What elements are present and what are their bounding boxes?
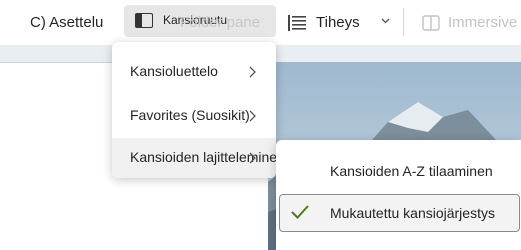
- menu-item-folder-list[interactable]: Kansioluettelo: [112, 52, 276, 92]
- menu-item-favorites[interactable]: Favorites (Suosikit): [112, 96, 276, 136]
- chevron-right-icon: [249, 66, 256, 78]
- menu-item-label: Favorites (Suosikit): [130, 107, 250, 123]
- layout-button[interactable]: C) Asettelu: [30, 0, 103, 45]
- folder-pane-menu: Kansioluettelo Favorites (Suosikit) Kans…: [112, 42, 285, 178]
- menu-item-sort-folders[interactable]: Kansioiden lajitteleminen: [112, 138, 285, 178]
- submenu-item-label: Kansioiden A-Z tilaaminen: [330, 163, 493, 179]
- menu-item-label: Kansioiden lajitteleminen: [130, 149, 285, 165]
- layout-label: C) Asettelu: [30, 14, 104, 31]
- density-label: Tiheys: [316, 14, 360, 31]
- chevron-right-icon: [249, 152, 256, 164]
- folder-pane-ghost-label: Folder pane: [180, 14, 261, 31]
- menu-item-label: Kansioluettelo: [130, 63, 218, 79]
- ribbon-toolbar: C) Asettelu Kansioruutu Folder pane Tihe…: [0, 0, 521, 45]
- folder-pane-icon: [135, 13, 153, 28]
- submenu-item-a-z-order[interactable]: Kansioiden A-Z tilaaminen: [276, 152, 521, 192]
- immersive-label: Immersive: [448, 14, 518, 31]
- checkmark-icon: [291, 205, 309, 219]
- chevron-right-icon: [249, 110, 256, 122]
- immersive-reader-icon: [422, 14, 440, 31]
- chevron-down-icon[interactable]: [381, 16, 390, 25]
- sort-folders-submenu: Kansioiden A-Z tilaaminen Mukautettu kan…: [276, 140, 521, 250]
- immersive-reader-button[interactable]: Immersive: [422, 0, 517, 45]
- density-button[interactable]: Tiheys: [288, 0, 360, 45]
- toolbar-divider: [403, 8, 404, 36]
- submenu-item-custom-order[interactable]: Mukautettu kansiojärjestys: [276, 194, 521, 234]
- density-icon: [288, 14, 306, 31]
- submenu-item-label: Mukautettu kansiojärjestys: [330, 205, 495, 221]
